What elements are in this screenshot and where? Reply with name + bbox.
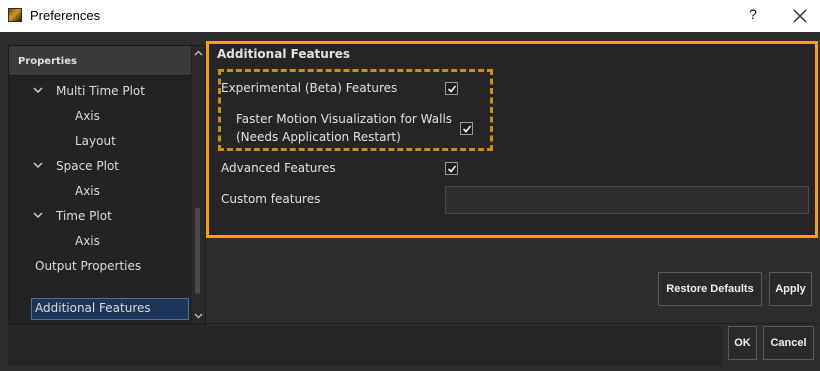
advanced-features-label: Advanced Features — [221, 161, 336, 175]
faster-motion-label-line2: (Needs Application Restart) — [236, 130, 401, 144]
window-titlebar: Preferences ? — [0, 0, 820, 32]
tree-item-label: Additional Features — [35, 301, 151, 315]
footer-status-area — [8, 326, 722, 366]
cancel-button[interactable]: Cancel — [763, 326, 814, 360]
tree-item-label: Axis — [75, 184, 100, 198]
additional-features-panel: Additional Features Experimental (Beta) … — [206, 41, 818, 238]
faster-motion-checkbox[interactable] — [460, 122, 473, 135]
properties-tree: Properties Multi Time Plot Axis Layout S… — [8, 45, 206, 325]
help-button[interactable]: ? — [743, 6, 763, 26]
tree-item-time-plot[interactable]: Time Plot — [33, 207, 183, 227]
ok-button[interactable]: OK — [728, 326, 757, 360]
tree-item-axis[interactable]: Axis — [75, 232, 175, 252]
scroll-up-icon[interactable] — [193, 48, 204, 59]
experimental-features-label: Experimental (Beta) Features — [221, 81, 398, 95]
scroll-down-icon[interactable] — [193, 310, 204, 321]
tree-item-label: Axis — [75, 234, 100, 248]
tree-item-label: Time Plot — [56, 209, 112, 223]
custom-features-label: Custom features — [221, 192, 321, 206]
chevron-down-icon[interactable] — [33, 160, 43, 170]
scrollbar-thumb[interactable] — [195, 208, 200, 294]
tree-item-axis[interactable]: Axis — [75, 107, 175, 127]
close-button[interactable] — [790, 6, 810, 26]
checkmark-icon — [447, 165, 457, 173]
restore-defaults-button[interactable]: Restore Defaults — [658, 272, 762, 306]
tree-item-axis[interactable]: Axis — [75, 182, 175, 202]
advanced-features-checkbox[interactable] — [445, 162, 458, 175]
window-title: Preferences — [30, 8, 101, 23]
chevron-down-icon[interactable] — [33, 210, 43, 220]
dialog-body: Properties Multi Time Plot Axis Layout S… — [0, 32, 820, 371]
tree-item-layout[interactable]: Layout — [75, 132, 175, 152]
tree-scrollbar[interactable] — [192, 46, 205, 324]
tree-header: Properties — [9, 46, 191, 76]
tree-item-label: Layout — [75, 134, 116, 148]
tree-item-additional-features[interactable]: Additional Features — [31, 298, 189, 320]
app-logo-icon — [8, 8, 22, 22]
tree-item-label: Axis — [75, 109, 100, 123]
chevron-down-icon[interactable] — [33, 85, 43, 95]
checkmark-icon — [462, 125, 472, 133]
checkmark-icon — [447, 85, 457, 93]
close-icon — [793, 9, 807, 23]
tree-item-label: Multi Time Plot — [56, 84, 145, 98]
tree-item-output-properties[interactable]: Output Properties — [35, 257, 185, 277]
experimental-features-checkbox[interactable] — [445, 82, 458, 95]
apply-button[interactable]: Apply — [769, 272, 812, 306]
panel-title: Additional Features — [217, 47, 351, 61]
tree-item-label: Space Plot — [56, 159, 119, 173]
custom-features-input[interactable] — [445, 186, 809, 214]
tree-item-space-plot[interactable]: Space Plot — [33, 157, 183, 177]
dialog-footer — [8, 323, 818, 367]
faster-motion-label-line1: Faster Motion Visualization for Walls — [236, 112, 453, 126]
tree-item-label: Output Properties — [35, 259, 142, 273]
tree-item-multi-time-plot[interactable]: Multi Time Plot — [33, 82, 183, 102]
